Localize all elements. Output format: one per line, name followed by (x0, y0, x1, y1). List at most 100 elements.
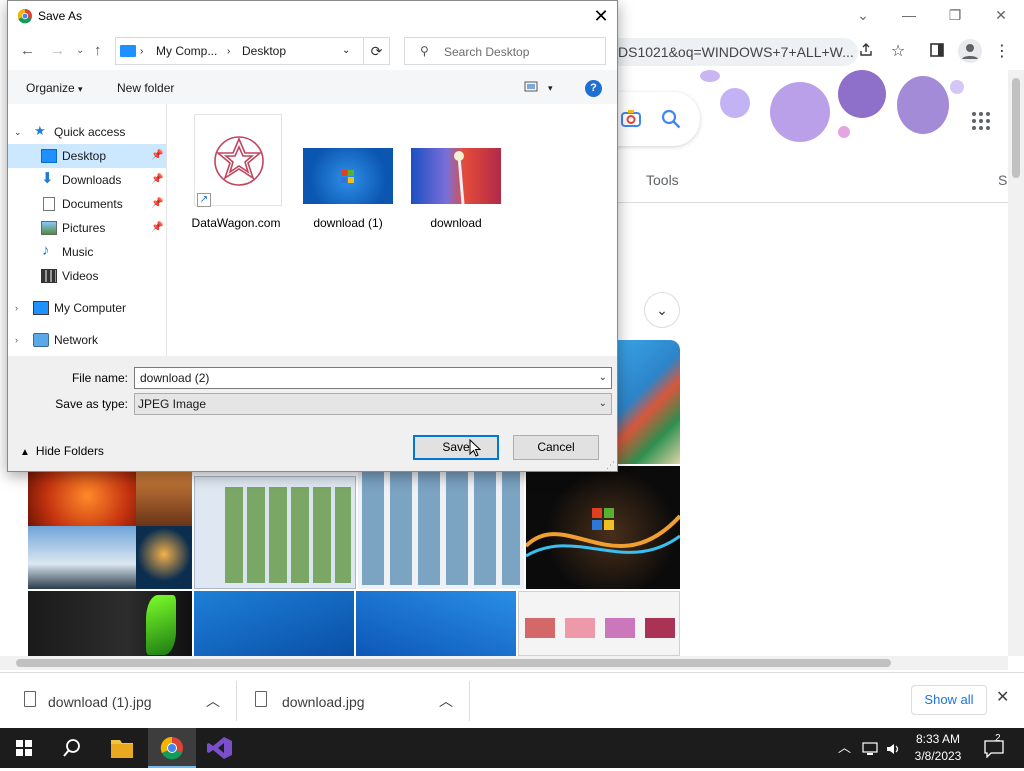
file-list: ↗ DataWagon.com download (1) download (174, 104, 617, 356)
search-icon[interactable] (48, 728, 96, 768)
doodle-illustration[interactable] (897, 76, 949, 134)
chevron-down-icon[interactable]: ⌄ (14, 120, 22, 144)
breadcrumb-separator-icon: › (140, 46, 144, 57)
pane-splitter[interactable] (166, 104, 174, 356)
refresh-icon[interactable]: ⟳ (363, 37, 390, 65)
network-icon[interactable] (862, 728, 880, 768)
sidebar-item-label: Videos (62, 269, 99, 283)
sidebar-item-desktop[interactable]: Desktop 📌 (8, 144, 166, 168)
breadcrumb-item[interactable]: Desktop (242, 44, 286, 58)
hide-folders-toggle[interactable]: ▲ Hide Folders (20, 444, 104, 458)
image-result[interactable] (28, 466, 192, 589)
minimize-icon[interactable]: — (897, 4, 921, 26)
save-button[interactable]: Save (413, 435, 499, 460)
image-result[interactable] (526, 466, 680, 589)
image-result[interactable] (28, 591, 192, 656)
back-arrow-icon[interactable]: ← (20, 42, 35, 59)
search-input[interactable]: ⚲ Search Desktop (404, 37, 606, 65)
menu-icon[interactable]: ⋮ (992, 42, 1012, 62)
file-item-image[interactable]: download (1) (300, 112, 396, 230)
recent-locations-chevron-icon[interactable]: ⌄ (76, 45, 84, 56)
chevron-up-icon[interactable]: ︿ (838, 728, 851, 768)
search-icon[interactable] (660, 108, 682, 133)
show-all-button[interactable]: Show all (911, 685, 987, 715)
new-folder-button[interactable]: New folder (117, 81, 174, 95)
chevron-down-icon[interactable]: ⌄ (851, 4, 875, 26)
chevron-down-icon[interactable]: ⌄ (342, 45, 350, 56)
dialog-titlebar[interactable]: Save As ✕ (8, 1, 617, 32)
organize-button[interactable]: Organize ▾ (26, 81, 83, 95)
apps-grid-icon[interactable] (972, 112, 990, 130)
pin-icon[interactable]: 📌 (151, 216, 163, 240)
file-item-image[interactable]: download (408, 112, 504, 230)
notifications-icon[interactable]: 2 (984, 728, 1004, 768)
sidebar-item-music[interactable]: ♪ Music (8, 240, 166, 264)
help-icon[interactable]: ? (585, 80, 602, 97)
share-icon[interactable] (856, 42, 876, 62)
sidebar-item-my-computer[interactable]: › My Computer (8, 296, 166, 320)
cancel-button[interactable]: Cancel (513, 435, 599, 460)
close-icon[interactable]: ✕ (989, 4, 1013, 26)
image-result[interactable] (356, 591, 516, 656)
sidebar-item-quick-access[interactable]: ⌄ ★ Quick access (8, 120, 166, 144)
chrome-icon[interactable] (148, 728, 196, 768)
sidebar-item-videos[interactable]: Videos (8, 264, 166, 288)
star-icon[interactable]: ☆ (888, 42, 908, 62)
download-item[interactable]: download (1).jpg ︿ (0, 681, 237, 721)
address-bar[interactable]: DS1021&oq=WINDOWS+7+ALL+W... (600, 38, 858, 66)
sidebar-item-network[interactable]: › Network (8, 328, 166, 352)
chevron-down-icon[interactable]: ⌄ (599, 394, 607, 414)
sidebar-item-label: Quick access (54, 125, 126, 139)
clock-time: 8:33 AM (915, 732, 961, 746)
tab-tools[interactable]: Tools (646, 172, 679, 188)
pin-icon[interactable]: 📌 (151, 144, 163, 168)
restore-icon[interactable]: ❐ (943, 4, 967, 26)
chevron-down-icon[interactable]: ⌄ (644, 292, 680, 328)
vertical-scrollbar[interactable] (1008, 70, 1024, 656)
chevron-down-icon[interactable]: ⌄ (599, 368, 607, 388)
chevron-right-icon[interactable]: › (15, 296, 18, 320)
star-icon: ★ (34, 123, 46, 138)
resize-grip-icon[interactable]: ⋰ (606, 460, 615, 471)
image-result[interactable] (358, 466, 524, 589)
chevron-up-icon[interactable]: ︿ (439, 691, 453, 711)
doodle-illustration[interactable] (838, 70, 886, 118)
sidebar-icon[interactable] (927, 42, 947, 62)
breadcrumb-item[interactable]: My Comp... (156, 44, 217, 58)
image-result[interactable] (194, 476, 356, 589)
doodle-illustration[interactable] (770, 82, 830, 142)
tab-s[interactable]: S (998, 172, 1007, 188)
image-result[interactable] (518, 591, 680, 656)
dialog-navigation-bar: ← → ⌄ ↑ › My Comp... › Desktop ⌄ ⟳ ⚲ Sea… (8, 32, 617, 70)
image-result[interactable] (618, 340, 680, 464)
chevron-up-icon[interactable]: ︿ (206, 691, 220, 711)
file-item-shortcut[interactable]: ↗ DataWagon.com (188, 112, 284, 230)
sidebar-item-documents[interactable]: Documents 📌 (8, 192, 166, 216)
file-explorer-icon[interactable] (98, 728, 146, 768)
sidebar-item-pictures[interactable]: Pictures 📌 (8, 216, 166, 240)
close-icon[interactable]: ✕ (590, 5, 612, 27)
address-bar[interactable]: › My Comp... › Desktop ⌄ (115, 37, 364, 65)
pin-icon[interactable]: 📌 (151, 168, 163, 192)
computer-icon (33, 301, 49, 315)
horizontal-scrollbar[interactable] (0, 656, 1008, 670)
chevron-right-icon[interactable]: › (15, 328, 18, 352)
caret-down-icon[interactable]: ▾ (548, 83, 553, 94)
camera-icon[interactable] (620, 108, 642, 133)
start-button[interactable] (0, 728, 48, 768)
close-icon[interactable]: ✕ (996, 687, 1009, 707)
view-options-icon[interactable] (524, 81, 540, 96)
command-bar: Organize ▾ New folder ▾ ? (8, 70, 617, 104)
up-arrow-icon[interactable]: ↑ (94, 42, 102, 59)
forward-arrow-icon[interactable]: → (50, 42, 65, 59)
save-type-select[interactable]: JPEG Image ⌄ (134, 393, 612, 415)
visual-studio-icon[interactable] (196, 728, 244, 768)
pin-icon[interactable]: 📌 (151, 192, 163, 216)
sidebar-item-downloads[interactable]: ⬇ Downloads 📌 (8, 168, 166, 192)
volume-icon[interactable] (886, 728, 902, 768)
system-clock[interactable]: 8:33 AM 3/8/2023 (906, 731, 970, 765)
download-item[interactable]: download.jpg ︿ (237, 681, 470, 721)
file-name-field[interactable]: download (2) ⌄ (134, 367, 612, 389)
profile-icon[interactable] (958, 39, 982, 63)
image-result[interactable] (194, 591, 354, 656)
